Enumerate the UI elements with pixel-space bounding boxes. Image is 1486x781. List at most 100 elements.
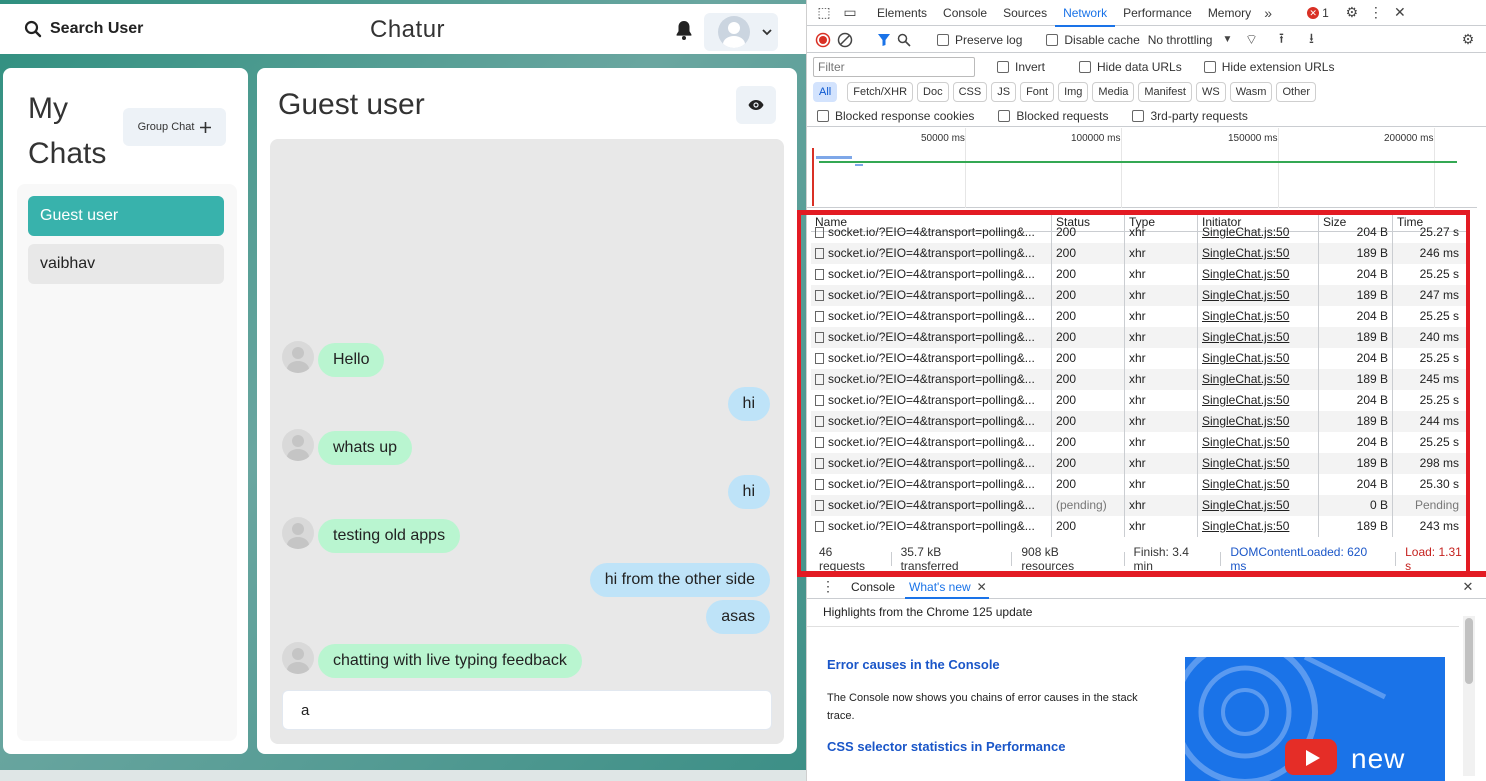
tab-memory[interactable]: Memory [1200,0,1259,26]
hide-data-urls-checkbox[interactable] [1079,61,1092,73]
request-initiator[interactable]: SingleChat.js:50 [1198,495,1319,516]
initiator-link[interactable]: SingleChat.js:50 [1202,330,1289,344]
table-row[interactable]: socket.io/?EIO=4&transport=polling&... 20… [811,306,1467,327]
feature-heading-link[interactable]: CSS selector statistics in Performance [827,739,1065,754]
play-video-icon[interactable] [1285,739,1337,775]
initiator-link[interactable]: SingleChat.js:50 [1202,267,1289,281]
chip-ws[interactable]: WS [1195,82,1226,102]
tab-elements[interactable]: Elements [869,0,935,26]
request-initiator[interactable]: SingleChat.js:50 [1198,453,1319,474]
chip-media[interactable]: Media [1092,82,1135,102]
preserve-log-checkbox[interactable] [937,33,949,46]
close-drawer-icon[interactable]: ✕ [1459,578,1477,596]
view-profile-button[interactable] [736,86,776,124]
table-row[interactable]: socket.io/?EIO=4&transport=polling&... (p… [811,495,1467,516]
chip-wasm[interactable]: Wasm [1229,82,1273,102]
settings-gear-icon[interactable]: ⚙ [1343,4,1361,22]
tab-performance[interactable]: Performance [1115,0,1200,26]
chip-manifest[interactable]: Manifest [1138,82,1192,102]
export-har-icon[interactable]: ⭳ [1302,30,1320,49]
import-har-icon[interactable]: ⭱ [1272,30,1290,49]
request-initiator[interactable]: SingleChat.js:50 [1198,390,1319,411]
drawer-scrollbar[interactable] [1463,616,1475,776]
request-initiator[interactable]: SingleChat.js:50 [1198,348,1319,369]
initiator-link[interactable]: SingleChat.js:50 [1202,225,1289,239]
feature-heading-link[interactable]: Error causes in the Console [827,657,1000,672]
search-icon[interactable] [897,33,911,47]
table-row[interactable]: socket.io/?EIO=4&transport=polling&... 20… [811,222,1467,243]
initiator-link[interactable]: SingleChat.js:50 [1202,519,1289,533]
search-user-button[interactable]: Search User [14,12,153,46]
initiator-link[interactable]: SingleChat.js:50 [1202,288,1289,302]
request-initiator[interactable]: SingleChat.js:50 [1198,264,1319,285]
invert-checkbox[interactable] [997,61,1009,73]
drawer-tab-console[interactable]: Console [851,580,895,594]
message-input[interactable]: a [282,690,772,730]
chip-js[interactable]: JS [991,82,1017,102]
table-row[interactable]: socket.io/?EIO=4&transport=polling&... 20… [811,243,1467,264]
initiator-link[interactable]: SingleChat.js:50 [1202,498,1289,512]
blocked-requests-checkbox[interactable] [998,109,1011,122]
table-row[interactable]: socket.io/?EIO=4&transport=polling&... 20… [811,432,1467,453]
table-row[interactable]: socket.io/?EIO=4&transport=polling&... 20… [811,369,1467,390]
chip-doc[interactable]: Doc [917,82,949,102]
drawer-menu-icon[interactable]: ⋮ [819,578,837,596]
network-overview-timeline[interactable]: 50000 ms 100000 ms 150000 ms 200000 ms [807,128,1477,208]
initiator-link[interactable]: SingleChat.js:50 [1202,435,1289,449]
initiator-link[interactable]: SingleChat.js:50 [1202,372,1289,386]
chip-all[interactable]: All [813,82,838,102]
more-options-icon[interactable]: ⋮ [1367,4,1385,22]
request-initiator[interactable]: SingleChat.js:50 [1198,369,1319,390]
tab-console[interactable]: Console [935,0,995,26]
error-count-badge[interactable]: ✕ 1 [1307,6,1329,20]
chip-css[interactable]: CSS [952,82,988,102]
request-initiator[interactable]: SingleChat.js:50 [1198,243,1319,264]
scrollbar-thumb[interactable] [1465,618,1473,684]
hide-extension-urls-checkbox[interactable] [1203,61,1216,73]
chat-item-vaibhav[interactable]: vaibhav [28,244,224,284]
initiator-link[interactable]: SingleChat.js:50 [1202,309,1289,323]
initiator-link[interactable]: SingleChat.js:50 [1202,414,1289,428]
disable-cache-checkbox[interactable] [1046,33,1059,46]
table-row[interactable]: socket.io/?EIO=4&transport=polling&... 20… [811,474,1467,495]
initiator-link[interactable]: SingleChat.js:50 [1202,393,1289,407]
chat-item-guest-user[interactable]: Guest user [28,196,224,236]
table-row[interactable]: socket.io/?EIO=4&transport=polling&... 20… [811,411,1467,432]
close-tab-icon[interactable]: ✕ [973,578,991,596]
table-row[interactable]: socket.io/?EIO=4&transport=polling&... 20… [811,453,1467,474]
tab-network[interactable]: Network [1055,0,1116,27]
table-row[interactable]: socket.io/?EIO=4&transport=polling&... 20… [811,285,1467,306]
dropdown-arrow-icon[interactable]: ▼ [1218,31,1236,49]
group-chat-button[interactable]: Group Chat [123,108,226,146]
request-initiator[interactable]: SingleChat.js:50 [1198,222,1319,243]
network-conditions-icon[interactable]: ⌔ [1242,31,1260,49]
drawer-tab-whats-new[interactable]: What's new [905,580,989,599]
table-row[interactable]: socket.io/?EIO=4&transport=polling&... 20… [811,348,1467,369]
record-stop-icon[interactable] [815,32,831,48]
initiator-link[interactable]: SingleChat.js:50 [1202,477,1289,491]
initiator-link[interactable]: SingleChat.js:50 [1202,351,1289,365]
table-row[interactable]: socket.io/?EIO=4&transport=polling&... 20… [811,327,1467,348]
profile-menu-button[interactable] [704,13,778,51]
chip-fetch-xhr[interactable]: Fetch/XHR [847,82,914,102]
close-devtools-icon[interactable]: ✕ [1391,4,1409,22]
tab-sources[interactable]: Sources [995,0,1055,26]
initiator-link[interactable]: SingleChat.js:50 [1202,246,1289,260]
chip-font[interactable]: Font [1020,82,1055,102]
request-initiator[interactable]: SingleChat.js:50 [1198,306,1319,327]
request-initiator[interactable]: SingleChat.js:50 [1198,432,1319,453]
more-tabs-icon[interactable]: » [1259,4,1277,22]
inspect-element-icon[interactable]: ⬚ [815,4,833,22]
request-initiator[interactable]: SingleChat.js:50 [1198,285,1319,306]
blocked-cookies-checkbox[interactable] [817,109,829,122]
initiator-link[interactable]: SingleChat.js:50 [1202,456,1289,470]
chip-other[interactable]: Other [1276,82,1316,102]
bell-icon[interactable] [672,18,696,42]
table-row[interactable]: socket.io/?EIO=4&transport=polling&... 20… [811,390,1467,411]
request-initiator[interactable]: SingleChat.js:50 [1198,474,1319,495]
table-row[interactable]: socket.io/?EIO=4&transport=polling&... 20… [811,516,1467,537]
filter-input[interactable] [813,57,975,77]
filter-funnel-icon[interactable] [877,33,891,47]
request-initiator[interactable]: SingleChat.js:50 [1198,327,1319,348]
request-initiator[interactable]: SingleChat.js:50 [1198,411,1319,432]
